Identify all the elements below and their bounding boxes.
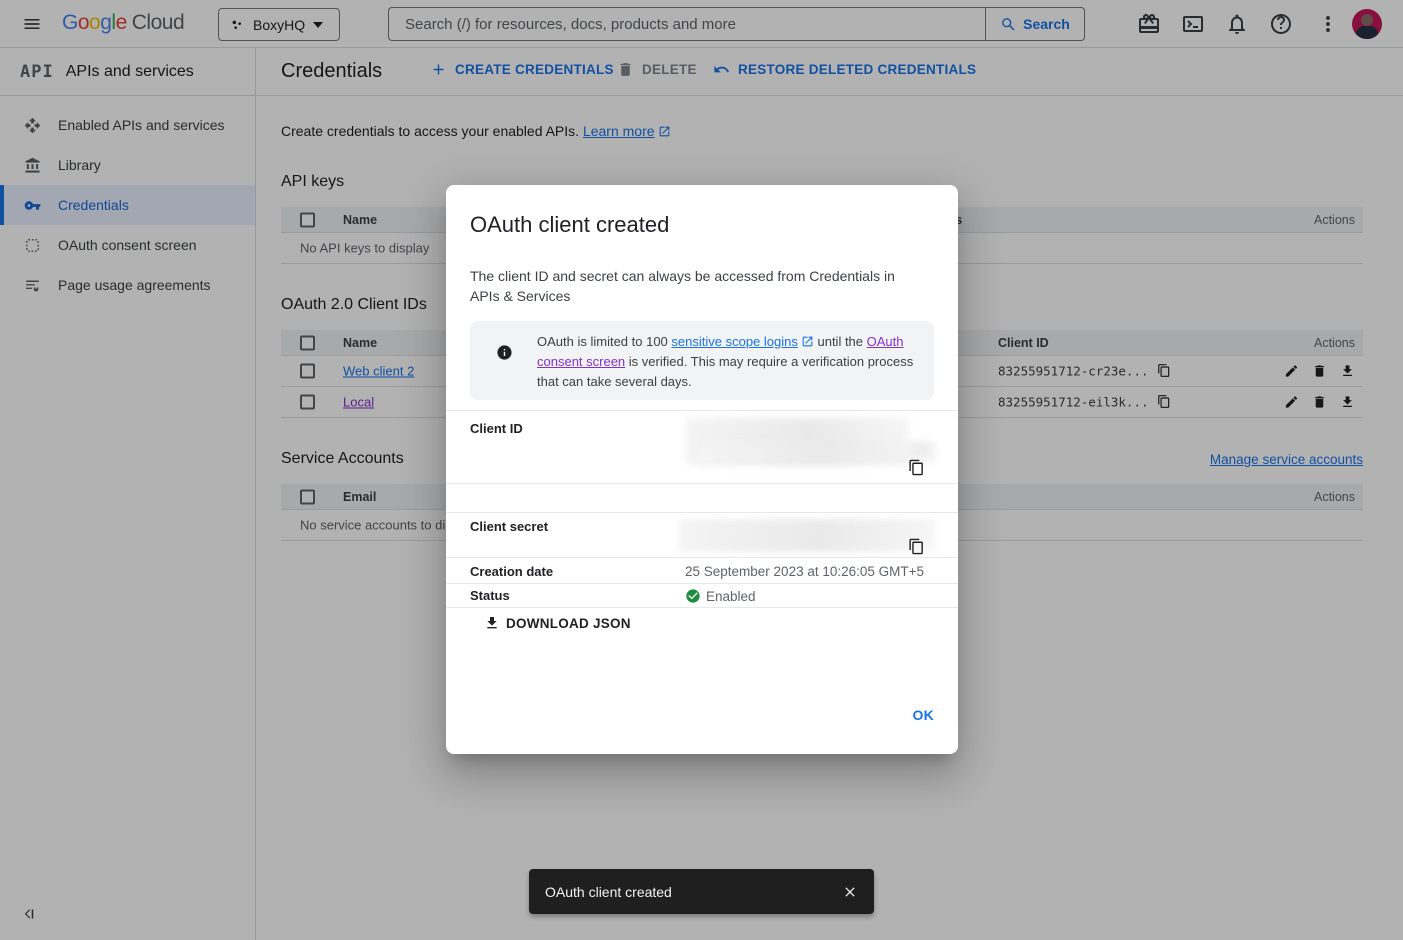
download-icon xyxy=(484,615,500,631)
toast-notification: OAuth client created xyxy=(529,869,874,914)
divider xyxy=(446,512,958,513)
divider xyxy=(446,483,958,484)
divider xyxy=(446,410,958,411)
download-json-label: DOWNLOAD JSON xyxy=(506,616,631,631)
close-icon[interactable] xyxy=(842,884,858,900)
client-secret-redacted-value xyxy=(679,519,935,552)
client-secret-label: Client secret xyxy=(470,519,548,534)
client-id-redacted-value xyxy=(698,443,935,464)
verification-notice: OAuth is limited to 100 sensitive scope … xyxy=(470,321,934,400)
status-value: Enabled xyxy=(706,589,756,604)
creation-date-value: 25 September 2023 at 10:26:05 GMT+5 xyxy=(685,564,924,579)
ok-button[interactable]: OK xyxy=(913,707,935,723)
dialog-description: The client ID and secret can always be a… xyxy=(470,266,920,306)
toast-message: OAuth client created xyxy=(545,884,842,900)
copy-client-id-icon[interactable] xyxy=(908,459,925,476)
dialog-title: OAuth client created xyxy=(470,212,669,238)
google-cloud-console: GoogleCloud BoxyHQ Search xyxy=(0,0,1403,940)
download-json-button[interactable]: DOWNLOAD JSON xyxy=(484,615,631,631)
divider xyxy=(446,557,958,558)
notice-part: OAuth is limited to 100 xyxy=(537,334,671,349)
divider xyxy=(446,583,958,584)
divider xyxy=(446,607,958,608)
creation-date-label: Creation date xyxy=(470,564,553,579)
client-id-label: Client ID xyxy=(470,421,523,436)
oauth-client-created-dialog: OAuth client created The client ID and s… xyxy=(446,185,958,754)
client-id-redacted-value xyxy=(907,443,934,455)
info-icon xyxy=(496,344,513,361)
sensitive-scope-logins-link[interactable]: sensitive scope logins xyxy=(671,334,797,349)
copy-client-secret-icon[interactable] xyxy=(908,538,925,555)
check-circle-icon xyxy=(685,588,701,604)
status-label: Status xyxy=(470,588,510,603)
external-link-icon xyxy=(801,334,814,347)
notice-part: until the xyxy=(814,334,867,349)
notice-text: OAuth is limited to 100 sensitive scope … xyxy=(537,332,927,392)
